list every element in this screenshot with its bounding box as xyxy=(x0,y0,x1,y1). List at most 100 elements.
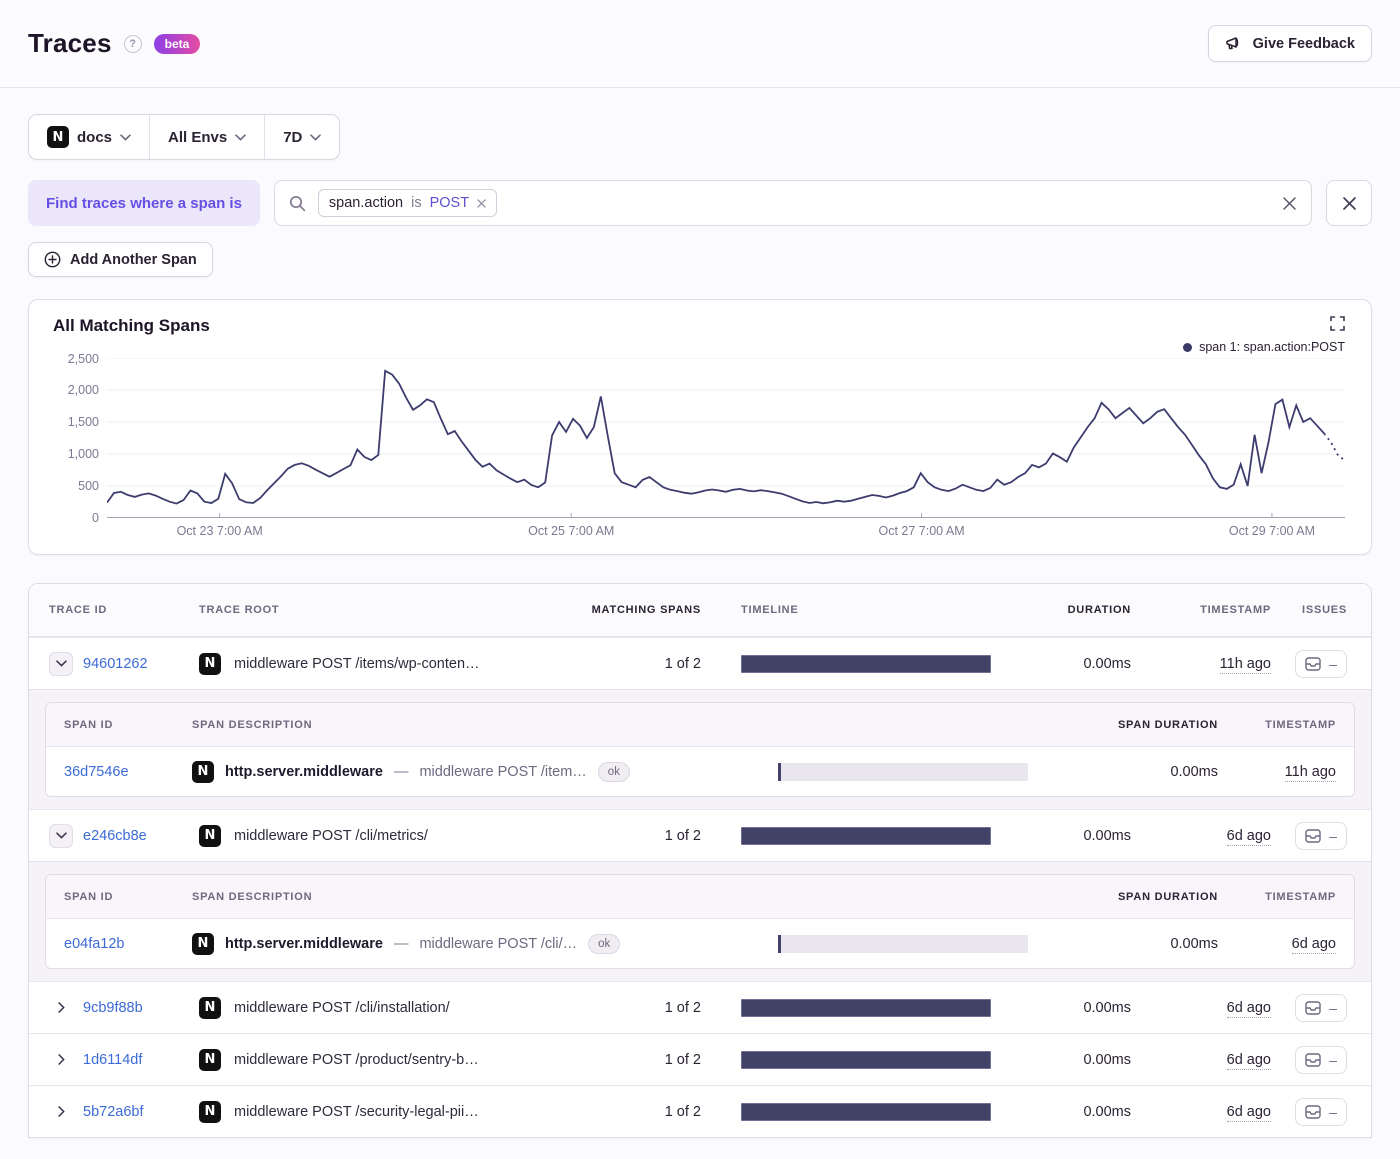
spans-sub-table: SPAN ID SPAN DESCRIPTION SPAN DURATION T… xyxy=(45,702,1355,797)
timestamp-value[interactable]: 11h ago xyxy=(1219,655,1271,674)
header-issues: ISSUES xyxy=(1302,604,1347,616)
remove-span-condition-button[interactable] xyxy=(1326,180,1372,226)
clear-search-icon[interactable] xyxy=(1282,196,1297,211)
environment-filter[interactable]: All Envs xyxy=(149,115,264,159)
span-search-input[interactable]: span.action is POST xyxy=(273,180,1312,226)
issues-inbox-icon xyxy=(1305,1000,1321,1015)
matching-spans-count: 1 of 2 xyxy=(664,1103,701,1120)
token-remove-icon[interactable] xyxy=(477,198,486,208)
duration-value: 0.00ms xyxy=(1083,999,1131,1016)
trace-root-text: middleware POST /product/sentry-b… xyxy=(234,1051,479,1068)
issues-count-empty: – xyxy=(1329,1103,1337,1120)
timeline-bar[interactable] xyxy=(741,998,991,1017)
y-axis-tick: 1,000 xyxy=(67,447,99,461)
traces-table: TRACE ID TRACE ROOT MATCHING SPANS TIMEL… xyxy=(28,583,1372,1138)
add-another-span-button[interactable]: Add Another Span xyxy=(28,242,213,277)
header-span-timestamp: TIMESTAMP xyxy=(1265,718,1336,731)
y-axis-tick: 2,500 xyxy=(67,352,99,366)
span-id-link[interactable]: e04fa12b xyxy=(64,936,124,952)
trace-id-link[interactable]: 5b72a6bf xyxy=(83,1104,143,1120)
date-range-filter[interactable]: 7D xyxy=(264,115,339,159)
header-matching-spans: MATCHING SPANS xyxy=(591,604,701,616)
chevron-down-icon xyxy=(235,133,247,141)
span-operation: http.server.middleware xyxy=(225,935,383,952)
issues-button[interactable]: – xyxy=(1295,649,1347,678)
y-axis-tick: 1,500 xyxy=(67,415,99,429)
issues-button[interactable]: – xyxy=(1295,821,1347,850)
expanded-spans-section: SPAN ID SPAN DESCRIPTION SPAN DURATION T… xyxy=(29,861,1371,981)
trace-root-text: middleware POST /cli/metrics/ xyxy=(234,827,428,844)
issues-button[interactable]: – xyxy=(1295,1045,1347,1074)
give-feedback-button[interactable]: Give Feedback xyxy=(1207,25,1372,62)
legend-dot-icon xyxy=(1183,342,1193,352)
trace-id-link[interactable]: 94601262 xyxy=(83,656,148,672)
token-value: POST xyxy=(429,195,470,211)
trace-id-link[interactable]: 1d6114df xyxy=(83,1052,142,1068)
filter-token[interactable]: span.action is POST xyxy=(317,189,498,217)
title-group: Traces ? beta xyxy=(28,28,201,59)
timeline-bar[interactable] xyxy=(741,654,991,673)
issues-inbox-icon xyxy=(1305,1104,1321,1119)
timestamp-value[interactable]: 6d ago xyxy=(1226,1051,1271,1070)
chart-legend: span 1: span.action:POST xyxy=(49,338,1345,356)
expand-row-button[interactable] xyxy=(49,996,73,1020)
x-axis-tick: Oct 29 7:00 AM xyxy=(1228,524,1316,538)
spans-sub-table-header: SPAN ID SPAN DESCRIPTION SPAN DURATION T… xyxy=(46,875,1354,919)
duration-value: 0.00ms xyxy=(1083,1051,1131,1068)
duration-value: 0.00ms xyxy=(1083,1103,1131,1120)
span-timeline-bar[interactable] xyxy=(778,934,1028,953)
table-row: 9cb9f88b N middleware POST /cli/installa… xyxy=(29,981,1371,1033)
nextjs-project-icon: N xyxy=(199,1048,221,1071)
y-axis-tick: 0 xyxy=(92,511,99,525)
project-filter[interactable]: N docs xyxy=(29,115,149,159)
nextjs-project-icon: N xyxy=(192,932,214,955)
plot-wrap: 0 500 1,000 1,500 2,000 2,500 xyxy=(49,352,1345,525)
table-row: 5b72a6bf N middleware POST /security-leg… xyxy=(29,1085,1371,1137)
timeline-bar[interactable] xyxy=(741,1102,991,1121)
span-timestamp-value[interactable]: 6d ago xyxy=(1291,935,1336,954)
y-axis-labels: 0 500 1,000 1,500 2,000 2,500 xyxy=(49,352,107,525)
where-span-label: Find traces where a span is xyxy=(28,180,260,226)
help-icon[interactable]: ? xyxy=(123,34,142,53)
timestamp-value[interactable]: 6d ago xyxy=(1226,1103,1271,1122)
span-id-link[interactable]: 36d7546e xyxy=(64,764,129,780)
x-axis-labels: Oct 23 7:00 AM Oct 25 7:00 AM Oct 27 7:00 … xyxy=(107,518,1345,544)
fullscreen-icon[interactable] xyxy=(1330,316,1345,331)
trace-id-link[interactable]: e246cb8e xyxy=(83,828,147,844)
span-timeline-bar[interactable] xyxy=(778,762,1028,781)
spans-trend-line-chart xyxy=(107,358,1345,518)
collapse-row-button[interactable] xyxy=(49,651,73,676)
header-trace-id: TRACE ID xyxy=(49,604,108,616)
header-span-description: SPAN DESCRIPTION xyxy=(192,890,313,903)
main-content: N docs All Envs 7D Find traces where a s… xyxy=(0,88,1400,1138)
issues-count-empty: – xyxy=(1329,999,1337,1016)
filter-bar: N docs All Envs 7D xyxy=(28,114,341,160)
collapse-row-button[interactable] xyxy=(49,823,73,848)
timestamp-value[interactable]: 6d ago xyxy=(1226,999,1271,1018)
header-timeline: TIMELINE xyxy=(741,604,799,616)
separator: — xyxy=(393,935,409,952)
trace-id-link[interactable]: 9cb9f88b xyxy=(83,1000,143,1016)
spans-sub-table-header: SPAN ID SPAN DESCRIPTION SPAN DURATION T… xyxy=(46,703,1354,747)
span-start-tick xyxy=(778,934,781,953)
plot-area xyxy=(107,358,1345,518)
issues-inbox-icon xyxy=(1305,828,1321,843)
timestamp-value[interactable]: 6d ago xyxy=(1226,827,1271,846)
duration-value: 0.00ms xyxy=(1083,655,1131,672)
header-trace-root: TRACE ROOT xyxy=(199,604,280,616)
expand-row-button[interactable] xyxy=(49,1100,73,1124)
span-timestamp-value[interactable]: 11h ago xyxy=(1284,763,1336,782)
x-axis-tick: Oct 27 7:00 AM xyxy=(878,524,965,538)
header-span-duration: SPAN DURATION xyxy=(1117,718,1218,731)
expand-row-button[interactable] xyxy=(49,1048,73,1072)
table-row: 1d6114df N middleware POST /product/sent… xyxy=(29,1033,1371,1085)
trace-root-text: middleware POST /security-legal-pii… xyxy=(234,1103,479,1120)
issues-button[interactable]: – xyxy=(1295,1097,1347,1126)
issues-count-empty: – xyxy=(1329,1051,1337,1068)
timeline-bar[interactable] xyxy=(741,1050,991,1069)
issues-count-empty: – xyxy=(1329,655,1337,672)
span-duration-value: 0.00ms xyxy=(1170,935,1218,952)
timeline-bar[interactable] xyxy=(741,826,991,845)
y-axis-tick: 500 xyxy=(78,479,99,493)
issues-button[interactable]: – xyxy=(1295,993,1347,1022)
